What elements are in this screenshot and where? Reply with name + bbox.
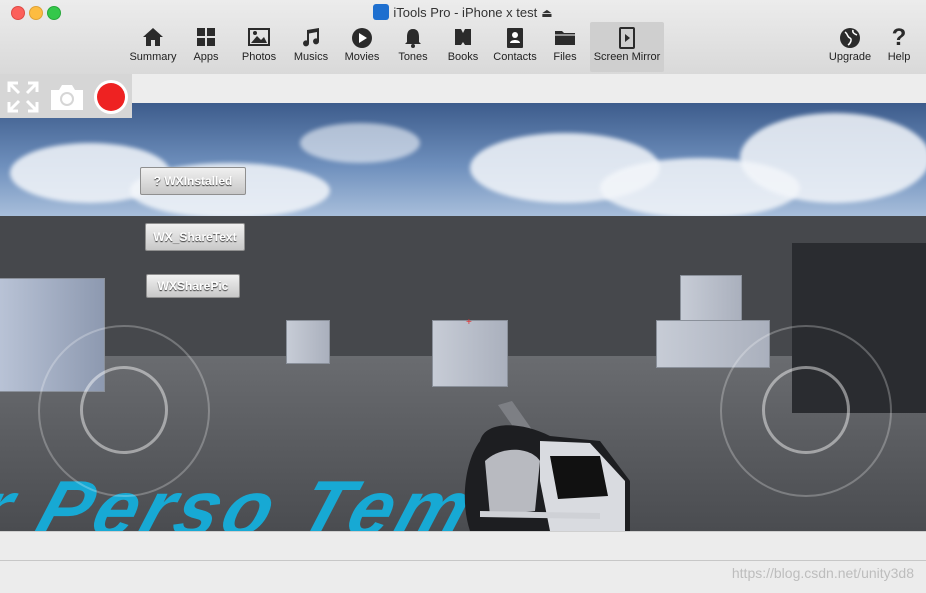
toolbar-musics[interactable]: Musics [289,22,333,72]
toolbar-photos[interactable]: Photos [237,22,281,72]
toolbar-photos-label: Photos [241,51,277,63]
screen-mirror-viewport[interactable]: + ? WXInstalled WX_ShareText WXSharePic … [0,103,926,531]
toolbar-contacts[interactable]: Contacts [490,22,540,72]
main-toolbar: Summary Apps Photos Musics Movies Tones … [0,22,926,74]
bottom-bar [0,531,926,593]
watermark-text: https://blog.csdn.net/unity3d8 [731,565,914,581]
toolbar-books[interactable]: Books [443,22,483,72]
toolbar-help[interactable]: ? Help [882,22,916,72]
mirror-controls [0,74,132,118]
toolbar-summary-label: Summary [129,51,177,63]
bell-icon [393,27,433,49]
block-stack-top [680,275,742,323]
toolbar-screen-mirror[interactable]: Screen Mirror [590,22,664,72]
mirror-control-strip [0,74,926,103]
screen-mirror-icon [590,27,664,49]
toolbar-summary[interactable]: Summary [125,22,181,72]
toolbar-upgrade-label: Upgrade [828,51,872,63]
window-titlebar: iTools Pro - iPhone x test ⏏ Summary Apps… [0,0,926,75]
eject-icon[interactable]: ⏏ [541,6,552,20]
wx-share-text-button[interactable]: WX_ShareText [145,223,245,251]
toolbar-musics-label: Musics [293,51,329,63]
play-circle-icon [340,27,384,49]
toolbar-files-label: Files [553,51,577,63]
bottom-divider [0,560,926,561]
photo-icon [237,27,281,49]
right-joystick-thumb[interactable] [762,366,850,454]
block-small [286,320,330,364]
book-icon [443,27,483,49]
toolbar-movies[interactable]: Movies [340,22,384,72]
toolbar-help-label: Help [887,51,911,63]
crosshair-icon: + [466,317,472,328]
toolbar-movies-label: Movies [344,51,380,63]
contacts-icon [490,27,540,49]
question-icon: ? [891,24,907,51]
block-center [432,320,508,387]
window-title-text: iTools Pro - iPhone x test [393,5,538,20]
camera-icon[interactable] [49,82,85,112]
toolbar-apps-label: Apps [193,51,219,63]
game-sky [0,103,926,218]
apps-grid-icon [185,27,227,49]
toolbar-books-label: Books [447,51,479,63]
toolbar-files[interactable]: Files [546,22,584,72]
toolbar-screen-mirror-label: Screen Mirror [593,51,661,63]
itools-app-icon [373,4,390,20]
record-icon[interactable] [93,79,129,115]
toolbar-contacts-label: Contacts [493,51,537,63]
player-gun [464,401,630,531]
left-joystick-thumb[interactable] [80,366,168,454]
wx-installed-button[interactable]: ? WXInstalled [140,167,246,195]
fullscreen-icon[interactable] [6,80,40,114]
toolbar-tones-label: Tones [398,51,428,63]
folder-icon [546,27,584,49]
home-icon [125,27,181,49]
toolbar-apps[interactable]: Apps [185,22,227,72]
window-title: iTools Pro - iPhone x test ⏏ [0,4,926,20]
toolbar-tones[interactable]: Tones [393,22,433,72]
toolbar-upgrade[interactable]: Upgrade [826,22,874,72]
wx-share-pic-button[interactable]: WXSharePic [146,274,240,298]
music-note-icon [289,27,333,49]
globe-icon [826,27,874,49]
